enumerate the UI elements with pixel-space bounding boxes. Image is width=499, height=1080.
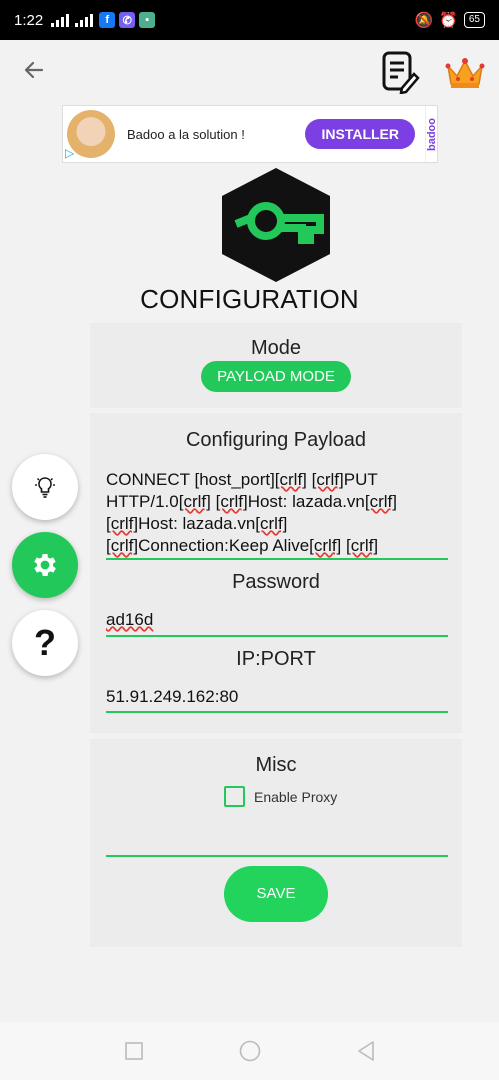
payload-token: Host: lazada.vn <box>138 514 256 533</box>
payload-card: Configuring Payload CONNECT [host_port][… <box>90 413 462 733</box>
payload-token: Connection:Keep Alive <box>138 536 310 555</box>
save-button[interactable]: SAVE <box>224 866 328 922</box>
note-edit-icon <box>382 51 420 95</box>
mute-icon: 🔕 <box>414 12 434 29</box>
crown-icon <box>445 58 485 88</box>
payload-token-crlf: [crlf] <box>346 536 379 555</box>
home-button[interactable] <box>238 1039 262 1063</box>
payload-token: CONNECT [host_port] <box>106 470 275 489</box>
payload-token-crlf: [crlf] <box>178 492 211 511</box>
settings-button[interactable] <box>12 532 78 598</box>
app-logo <box>222 168 330 282</box>
payload-label: Configuring Payload <box>185 429 367 451</box>
tips-button[interactable] <box>12 454 78 520</box>
payload-token-crlf: [crlf] <box>255 514 288 533</box>
facebook-icon: f <box>99 12 116 28</box>
help-button[interactable]: ? <box>12 610 78 676</box>
payload-line: CONNECT [host_port][crlf] [crlf]PUT <box>106 469 448 491</box>
ipport-label: IP:PORT <box>236 648 316 670</box>
enable-proxy-checkbox[interactable] <box>224 786 245 807</box>
page-title: CONFIGURATION <box>140 284 359 314</box>
payload-token-crlf: [crlf] <box>311 470 344 489</box>
payload-mode-button[interactable]: PAYLOAD MODE <box>201 361 351 392</box>
signal-icon <box>51 13 70 27</box>
ipport-underline <box>106 711 448 713</box>
back-nav-button[interactable] <box>354 1039 378 1063</box>
gear-icon <box>34 554 56 576</box>
ad-text: Badoo a la solution ! <box>127 126 245 142</box>
payload-token: HTTP/1.0 <box>106 492 179 511</box>
mode-card: Mode PAYLOAD MODE <box>90 323 462 408</box>
ad-brand: badoo <box>425 117 438 151</box>
payload-line: HTTP/1.0[crlf] [crlf]Host: lazada.vn[crl… <box>106 491 448 513</box>
payload-token-crlf: [crlf] <box>274 470 307 489</box>
password-underline <box>106 635 448 637</box>
password-label: Password <box>232 571 320 593</box>
payload-token: Host: lazada.vn <box>247 492 365 511</box>
alarm-icon: ⏰ <box>439 12 458 29</box>
password-input[interactable]: ad16d <box>106 610 153 630</box>
status-bar: 1:22 f ✆ ▪ 🔕 ⏰ 65 <box>0 0 499 40</box>
premium-button[interactable] <box>444 56 486 90</box>
misc-card: Misc Enable Proxy SAVE <box>90 739 462 947</box>
arrow-left-icon <box>24 61 44 79</box>
logs-button[interactable] <box>380 50 420 95</box>
battery-indicator: 65 <box>463 12 485 28</box>
misc-label: Misc <box>255 754 297 776</box>
proxy-underline <box>106 855 448 857</box>
back-button[interactable] <box>18 54 50 86</box>
payload-underline <box>106 558 448 560</box>
ad-install-button[interactable]: INSTALLER <box>305 119 415 149</box>
viber-icon: ✆ <box>119 12 136 28</box>
recents-button[interactable] <box>122 1039 146 1063</box>
enable-proxy-label: Enable Proxy <box>254 788 338 805</box>
payload-token-crlf: [crlf] <box>215 492 248 511</box>
circle-icon <box>239 1040 260 1062</box>
square-icon <box>124 1042 143 1060</box>
system-nav-bar <box>0 1022 499 1080</box>
payload-line: [crlf]Connection:Keep Alive[crlf] [crlf] <box>106 535 448 557</box>
status-time: 1:22 <box>14 11 44 29</box>
ipport-input[interactable]: 51.91.249.162:80 <box>106 687 238 707</box>
mode-label: Mode <box>250 337 302 359</box>
adchoices-icon[interactable]: ▷ <box>65 146 74 160</box>
ad-brand-strip: badoo <box>425 106 438 162</box>
messages-icon: ▪ <box>139 12 156 28</box>
triangle-back-icon <box>357 1041 374 1061</box>
payload-token-crlf: [crlf] <box>106 536 139 555</box>
payload-token: PUT <box>343 470 378 489</box>
lightbulb-icon <box>35 477 55 498</box>
ad-banner[interactable]: Badoo a la solution ! INSTALLER badoo ▷ <box>62 105 438 163</box>
payload-token-crlf: [crlf] <box>364 492 397 511</box>
payload-token-crlf: [crlf] <box>106 514 139 533</box>
payload-input[interactable]: CONNECT [host_port][crlf] [crlf]PUT HTTP/… <box>106 469 448 557</box>
signal-4g-icon <box>75 13 94 27</box>
enable-proxy-row[interactable]: Enable Proxy <box>224 786 337 807</box>
payload-token-crlf: [crlf] <box>309 536 342 555</box>
payload-line: [crlf]Host: lazada.vn[crlf] <box>106 513 448 535</box>
